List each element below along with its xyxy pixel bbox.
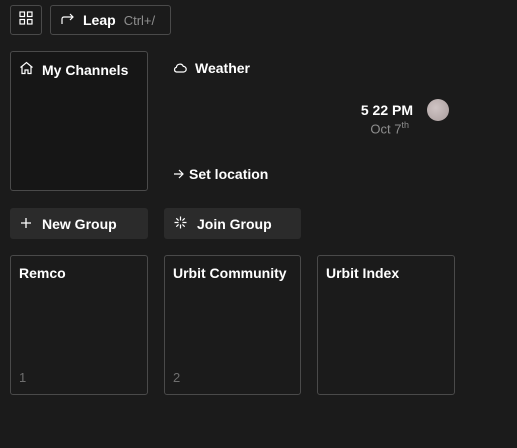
moon-icon — [427, 99, 449, 121]
redirect-arrow-icon — [61, 12, 75, 28]
grid-icon — [19, 10, 33, 30]
current-date: Oct 7th — [340, 120, 409, 136]
date-text: Oct 7 — [370, 121, 402, 137]
my-channels-title: My Channels — [42, 61, 129, 78]
leap-button[interactable]: Leap Ctrl+/ — [50, 5, 171, 35]
my-channels-header: My Channels — [19, 61, 128, 78]
join-group-label: Join Group — [197, 215, 272, 232]
join-group-button[interactable]: Join Group — [164, 208, 301, 239]
sparkle-icon — [174, 216, 197, 232]
group-unread-count: 1 — [19, 370, 27, 385]
weather-header: Weather — [173, 60, 250, 76]
group-tile[interactable]: Urbit Index — [317, 255, 455, 395]
group-name: Remco — [19, 265, 66, 281]
leap-label: Leap — [83, 12, 116, 28]
group-name: Urbit Index — [326, 265, 400, 281]
leap-shortcut: Ctrl+/ — [123, 12, 156, 28]
weather-title: Weather — [195, 60, 250, 76]
arrow-right-icon — [173, 166, 189, 182]
group-tile[interactable]: Urbit Community 2 — [164, 255, 301, 395]
set-location-label: Set location — [189, 166, 269, 182]
set-location-link[interactable]: Set location — [173, 166, 268, 182]
new-group-button[interactable]: New Group — [10, 208, 148, 239]
current-time: 5 22 PM — [360, 102, 413, 118]
cloud-icon — [173, 60, 195, 76]
group-tile[interactable]: Remco 1 — [10, 255, 148, 395]
new-group-label: New Group — [42, 215, 117, 232]
group-unread-count: 2 — [173, 370, 181, 385]
app-grid-button[interactable] — [10, 5, 42, 35]
date-suffix: th — [401, 120, 409, 130]
home-icon — [19, 61, 42, 78]
plus-icon — [20, 216, 42, 232]
group-name: Urbit Community — [173, 265, 287, 281]
my-channels-tile[interactable]: My Channels — [10, 51, 148, 191]
